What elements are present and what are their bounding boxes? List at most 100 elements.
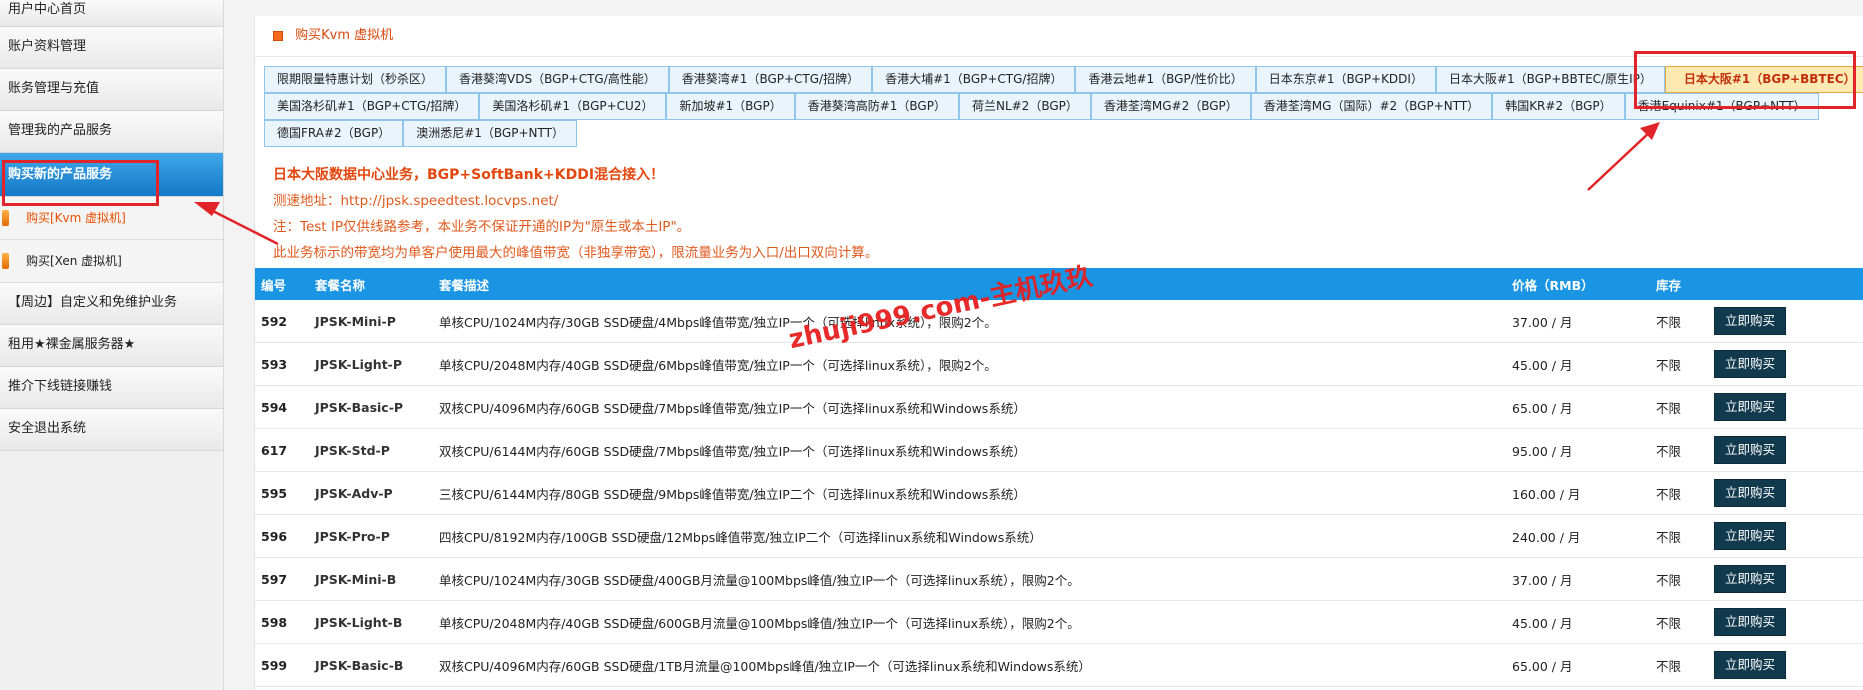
plan-name-cell: JPSK-Adv-P [309,471,433,515]
plan-id-cell: 592 [255,300,309,343]
tab-datacenter[interactable]: 香港葵湾#1（BGP+CTG/招牌） [668,66,873,93]
tab-datacenter[interactable]: 日本东京#1（BGP+KDDI） [1255,66,1436,93]
plan-stock-cell: 不限 [1650,643,1708,687]
table-row: 597 JPSK-Mini-B 单核CPU/1024M内存/30GB SSD硬盘/4… [255,557,1863,601]
bar-icon [2,253,9,269]
buy-now-button[interactable]: 立即购买 [1714,651,1787,679]
buy-now-button[interactable]: 立即购买 [1714,436,1787,464]
plans-table: 编号 套餐名称 套餐描述 价格（RMB） 库存 592 JPSK-Mini-P 单核… [255,268,1863,687]
sidebar-subitem-label: 购买[Xen 虚拟机] [26,254,122,268]
datacenter-tabs: 限期限量特惠计划（秒杀区） 香港葵湾VDS（BGP+CTG/高性能） 香港葵湾#1（… [264,66,1863,147]
plan-name-cell: JPSK-Mini-B [309,557,433,601]
plan-stock-cell: 不限 [1650,342,1708,386]
plan-price-cell: 65.00 / 月 [1506,385,1650,429]
plan-price-cell: 240.00 / 月 [1506,514,1650,558]
plan-stock-cell: 不限 [1650,600,1708,644]
panel-header: 购买Kvm 虚拟机 [255,16,1863,57]
tab-datacenter[interactable]: 限期限量特惠计划（秒杀区） [264,66,447,93]
sidebar: 用户中心首页 账户资料管理 账务管理与充值 管理我的产品服务 购买新的产品服务 … [0,0,224,690]
plan-price-cell: 45.00 / 月 [1506,600,1650,644]
plan-description-cell: 双核CPU/4096M内存/60GB SSD硬盘/7Mbps峰值带宽/独立IP一… [433,385,1506,429]
plan-stock-cell: 不限 [1650,300,1708,343]
plan-id-cell: 593 [255,342,309,386]
tab-datacenter[interactable]: 香港云地#1（BGP/性价比） [1075,66,1256,93]
tab-datacenter[interactable]: 美国洛杉矶#1（BGP+CU2） [479,93,667,120]
tab-datacenter[interactable]: 香港Equinix#1（BGP+NTT） [1624,93,1819,120]
buy-now-button[interactable]: 立即购买 [1714,565,1787,593]
plan-id-cell: 599 [255,643,309,687]
speedtest-url: 测速地址：http://jpsk.speedtest.locvps.net/ [273,193,559,209]
table-row: 596 JPSK-Pro-P 四核CPU/8192M内存/100GB SSD硬盘/1… [255,514,1863,558]
plan-name-cell: JPSK-Basic-P [309,385,433,429]
plan-description-cell: 单核CPU/1024M内存/30GB SSD硬盘/4Mbps峰值带宽/独立IP一… [433,300,1506,343]
buy-now-button[interactable]: 立即购买 [1714,479,1787,507]
plan-name-cell: JPSK-Pro-P [309,514,433,558]
plan-action-cell: 立即购买 [1708,557,1863,601]
plan-name-cell: JPSK-Basic-B [309,643,433,687]
plan-id-cell: 594 [255,385,309,429]
column-header: 套餐描述 [433,268,1506,300]
table-header-row: 编号 套餐名称 套餐描述 价格（RMB） 库存 [255,268,1863,300]
plan-price-cell: 95.00 / 月 [1506,428,1650,472]
table-row: 617 JPSK-Std-P 双核CPU/6144M内存/60GB SSD硬盘/7M… [255,428,1863,472]
plan-action-cell: 立即购买 [1708,342,1863,386]
table-row: 595 JPSK-Adv-P 三核CPU/6144M内存/80GB SSD硬盘/9M… [255,471,1863,515]
tab-datacenter[interactable]: 香港荃湾MG#2（BGP） [1090,93,1251,120]
buy-now-button[interactable]: 立即购买 [1714,522,1787,550]
sidebar-subitem-label: 购买[Kvm 虚拟机] [26,211,126,225]
sidebar-item-custom-services[interactable]: 【周边】自定义和免维护业务 [0,283,223,325]
bar-icon [2,210,9,226]
column-header: 库存 [1650,268,1708,300]
tab-datacenter[interactable]: 香港荃湾MG（国际）#2（BGP+NTT） [1250,93,1493,120]
sidebar-item-bare-metal[interactable]: 租用★裸金属服务器★ [0,325,223,367]
square-bullet-icon [273,30,283,41]
sidebar-subitem-buy-xen[interactable]: 购买[Xen 虚拟机] [0,240,223,283]
tab-datacenter[interactable]: 荷兰NL#2（BGP） [958,93,1091,120]
tab-datacenter-active[interactable]: 日本大阪#1（BGP+BBTEC） [1664,66,1863,93]
plan-action-cell: 立即购买 [1708,643,1863,687]
column-header: 套餐名称 [309,268,433,300]
tab-datacenter[interactable]: 德国FRA#2（BGP） [264,120,404,147]
plan-description-cell: 单核CPU/1024M内存/30GB SSD硬盘/400GB月流量@100Mbp… [433,557,1506,601]
sidebar-item-billing-recharge[interactable]: 账务管理与充值 [0,69,223,111]
main-panel: 购买Kvm 虚拟机 限期限量特惠计划（秒杀区） 香港葵湾VDS（BGP+CTG/高… [254,16,1863,690]
plan-name-cell: JPSK-Std-P [309,428,433,472]
plan-price-cell: 45.00 / 月 [1506,342,1650,386]
tab-datacenter[interactable]: 澳洲悉尼#1（BGP+NTT） [403,120,577,147]
info-note: 此业务标示的带宽均为单客户使用最大的峰值带宽（非独享带宽），限流量业务为入口/出… [273,245,879,261]
sidebar-item-account-profile[interactable]: 账户资料管理 [0,27,223,69]
plan-action-cell: 立即购买 [1708,428,1863,472]
plan-id-cell: 595 [255,471,309,515]
sidebar-item-referral[interactable]: 推介下线链接赚钱 [0,367,223,409]
plan-id-cell: 598 [255,600,309,644]
plan-action-cell: 立即购买 [1708,600,1863,644]
tab-datacenter[interactable]: 香港葵湾高防#1（BGP） [794,93,959,120]
tab-datacenter[interactable]: 香港大埔#1（BGP+CTG/招牌） [872,66,1076,93]
table-row: 593 JPSK-Light-P 单核CPU/2048M内存/40GB SSD硬盘/… [255,342,1863,386]
info-note: 注：Test IP仅供线路参考，本业务不保证开通的IP为"原生或本土IP"。 [273,219,691,235]
sidebar-subitem-buy-kvm[interactable]: 购买[Kvm 虚拟机] [0,197,223,240]
tab-row: 限期限量特惠计划（秒杀区） 香港葵湾VDS（BGP+CTG/高性能） 香港葵湾#1（… [264,66,1863,93]
column-header: 编号 [255,268,309,300]
buy-now-button[interactable]: 立即购买 [1714,393,1787,421]
tab-datacenter[interactable]: 美国洛杉矶#1（BGP+CTG/招牌） [264,93,480,120]
tab-datacenter[interactable]: 香港葵湾VDS（BGP+CTG/高性能） [446,66,669,93]
table-row: 599 JPSK-Basic-B 双核CPU/4096M内存/60GB SSD硬盘/… [255,643,1863,687]
column-header [1708,268,1863,300]
sidebar-item-buy-products[interactable]: 购买新的产品服务 [0,153,223,197]
plan-id-cell: 617 [255,428,309,472]
plan-name-cell: JPSK-Light-B [309,600,433,644]
sidebar-item-user-home[interactable]: 用户中心首页 [0,0,223,27]
info-headline: 日本大阪数据中心业务，BGP+SoftBank+KDDI混合接入！ [273,167,665,183]
tab-datacenter[interactable]: 韩国KR#2（BGP） [1492,93,1625,120]
buy-now-button[interactable]: 立即购买 [1714,608,1787,636]
plan-price-cell: 160.00 / 月 [1506,471,1650,515]
tab-datacenter[interactable]: 日本大阪#1（BGP+BBTEC/原生IP） [1435,66,1665,93]
buy-now-button[interactable]: 立即购买 [1714,350,1787,378]
plan-description-cell: 三核CPU/6144M内存/80GB SSD硬盘/9Mbps峰值带宽/独立IP二… [433,471,1506,515]
page-title: 购买Kvm 虚拟机 [295,28,394,43]
sidebar-item-manage-products[interactable]: 管理我的产品服务 [0,111,223,153]
sidebar-item-logout[interactable]: 安全退出系统 [0,409,223,451]
tab-datacenter[interactable]: 新加坡#1（BGP） [666,93,795,120]
buy-now-button[interactable]: 立即购买 [1714,307,1787,335]
